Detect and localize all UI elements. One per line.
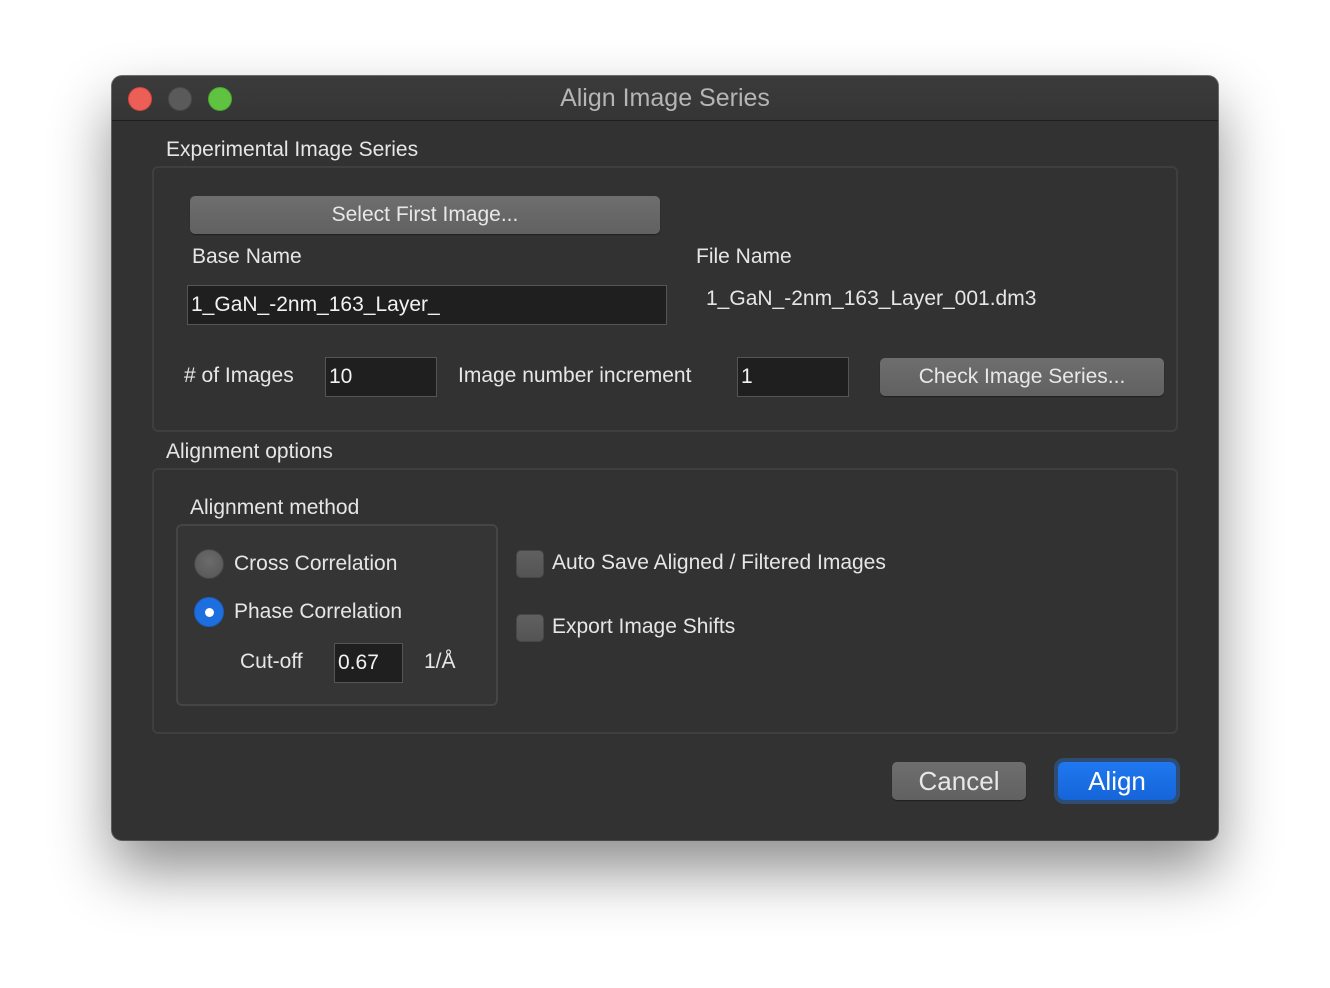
alignment-method-heading: Alignment method (190, 496, 360, 519)
increment-input[interactable]: 1 (737, 357, 849, 397)
base-name-input[interactable]: 1_GaN_-2nm_163_Layer_ (187, 285, 667, 325)
file-name-value: 1_GaN_-2nm_163_Layer_001.dm3 (706, 287, 1037, 310)
base-name-label: Base Name (192, 245, 302, 268)
cutoff-input[interactable]: 0.67 (334, 643, 403, 683)
export-shifts-label[interactable]: Export Image Shifts (552, 615, 735, 639)
auto-save-label[interactable]: Auto Save Aligned / Filtered Images (552, 551, 886, 575)
increment-label: Image number increment (458, 364, 692, 387)
alignment-options-heading: Alignment options (166, 440, 333, 463)
window-title: Align Image Series (560, 84, 770, 112)
cross-correlation-radio[interactable] (194, 549, 224, 579)
title-bar: Align Image Series (112, 76, 1218, 121)
phase-correlation-radio[interactable] (194, 597, 224, 627)
auto-save-checkbox[interactable] (516, 550, 544, 578)
cutoff-unit: 1/Å (424, 650, 456, 673)
select-first-image-button[interactable]: Select First Image... (190, 196, 660, 234)
export-shifts-checkbox[interactable] (516, 614, 544, 642)
num-images-input[interactable]: 10 (325, 357, 437, 397)
cancel-button[interactable]: Cancel (892, 762, 1026, 800)
phase-correlation-label[interactable]: Phase Correlation (234, 600, 402, 624)
align-button[interactable]: Align (1058, 762, 1176, 800)
experimental-series-heading: Experimental Image Series (166, 138, 419, 161)
cutoff-label: Cut-off (240, 650, 303, 673)
num-images-label: # of Images (184, 364, 294, 387)
cross-correlation-label[interactable]: Cross Correlation (234, 552, 397, 576)
file-name-label: File Name (696, 245, 792, 268)
align-image-series-dialog: Align Image Series Experimental Image Se… (112, 76, 1218, 840)
check-image-series-button[interactable]: Check Image Series... (880, 358, 1164, 396)
